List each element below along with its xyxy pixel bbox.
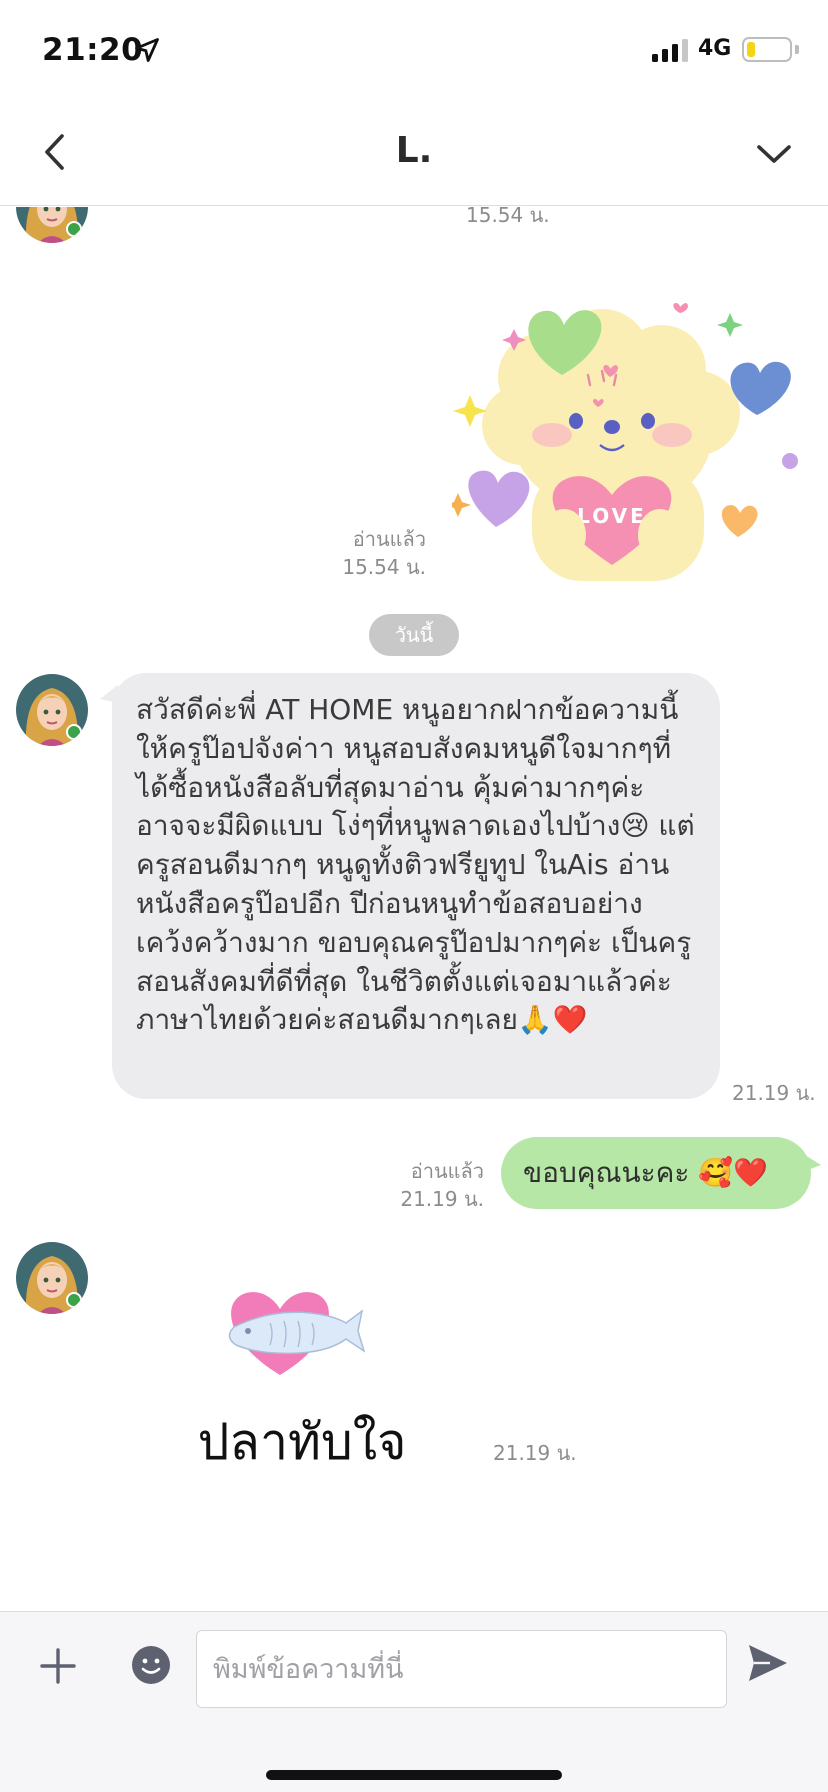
message-time: 21.19 น. (493, 1441, 577, 1465)
avatar[interactable] (16, 674, 88, 746)
battery-icon (742, 37, 792, 62)
chat-messages[interactable]: 15.54 น. อ่านแล้ว 15.54 น. LOVE วันนี้ ส… (0, 207, 828, 1610)
network-type: 4G (698, 36, 732, 61)
message-time: 21.19 น. (732, 1081, 816, 1105)
send-icon[interactable] (746, 1642, 790, 1684)
fish-heart-sticker[interactable]: ปลาทับใจ (160, 1259, 450, 1485)
love-puppy-sticker[interactable]: LOVE (452, 285, 804, 589)
battery-cap (795, 45, 799, 54)
incoming-message-bubble[interactable]: สวัสดีค่ะพี่ AT HOME หนูอยากฝากข้อความนี… (100, 673, 720, 1099)
status-time: 21:20 (42, 32, 144, 68)
status-bar: 21:20 4G (0, 0, 828, 100)
verified-badge (66, 221, 82, 237)
verified-badge (66, 1292, 82, 1308)
chat-title[interactable]: L. (0, 130, 828, 171)
sticker-caption: ปลาทับใจ (198, 1413, 407, 1471)
battery-level (747, 42, 755, 57)
home-indicator (266, 1770, 562, 1780)
smiley-icon[interactable] (130, 1644, 172, 1686)
chat-header: L. (0, 100, 828, 206)
avatar[interactable] (16, 1242, 88, 1314)
read-status: อ่านแล้ว (410, 1159, 484, 1183)
outgoing-message-bubble[interactable]: ขอบคุณนะคะ 🥰❤️ (501, 1137, 821, 1209)
message-text: สวัสดีค่ะพี่ AT HOME หนูอยากฝากข้อความนี… (136, 693, 695, 1037)
message-input-bar (0, 1611, 828, 1792)
location-arrow-icon (135, 38, 159, 62)
message-text: ขอบคุณนะคะ 🥰❤️ (523, 1156, 769, 1189)
plus-icon[interactable] (38, 1646, 78, 1686)
sticker-love-text: LOVE (577, 504, 647, 528)
message-time: 15.54 น. (466, 207, 550, 227)
verified-badge (66, 724, 82, 740)
avatar[interactable] (16, 207, 88, 243)
message-time: 15.54 น. (342, 555, 426, 579)
chevron-down-icon (757, 145, 791, 163)
read-status: อ่านแล้ว (352, 527, 426, 551)
message-time: 21.19 น. (400, 1187, 484, 1211)
cellular-signal-icon (652, 39, 688, 62)
chat-menu-button[interactable] (752, 134, 796, 174)
message-input[interactable] (196, 1630, 727, 1708)
date-separator: วันนี้ (369, 614, 459, 656)
